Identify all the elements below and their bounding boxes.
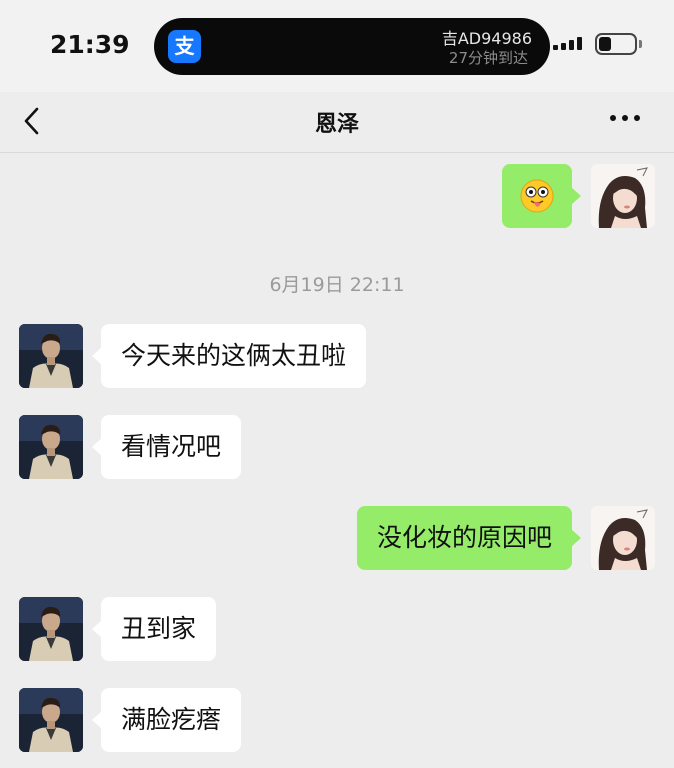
message-bubble-outgoing-emoji[interactable] (502, 164, 581, 228)
smiling-face-with-tongue-emoji (520, 179, 554, 213)
avatar-self[interactable] (591, 164, 655, 228)
alipay-icon: 支 (168, 30, 201, 63)
signal-icon (553, 36, 589, 50)
dynamic-island-live-activity[interactable]: 支 吉AD94986 27分钟到达 (154, 18, 550, 75)
status-time: 21:39 (50, 30, 130, 59)
avatar-contact[interactable] (19, 597, 83, 661)
message-bubble-incoming[interactable]: 今天来的这俩太丑啦 (91, 324, 367, 388)
message-bubble-incoming[interactable]: 满脸疙瘩 (91, 688, 242, 752)
message-bubble-incoming[interactable]: 看情况吧 (91, 415, 242, 479)
avatar-contact[interactable] (19, 415, 83, 479)
live-activity-plate: 吉AD94986 (441, 29, 532, 48)
more-icon[interactable] (610, 115, 646, 125)
battery-icon (595, 33, 637, 55)
chat-title: 恩泽 (314, 112, 359, 137)
avatar-self[interactable] (591, 506, 655, 570)
message-bubble-outgoing[interactable]: 没化妆的原因吧 (356, 506, 582, 570)
live-activity-eta: 27分钟到达 (448, 49, 528, 67)
avatar-contact[interactable] (19, 324, 83, 388)
battery-cap (639, 40, 642, 48)
status-bar: 21:39 支 吉AD94986 27分钟到达 (0, 0, 674, 92)
message-timestamp: 6月19日 22:11 (269, 274, 405, 296)
avatar-contact[interactable] (19, 688, 83, 752)
chat-header: 恩泽 (0, 92, 674, 153)
message-bubble-incoming[interactable]: 丑到家 (91, 597, 217, 661)
